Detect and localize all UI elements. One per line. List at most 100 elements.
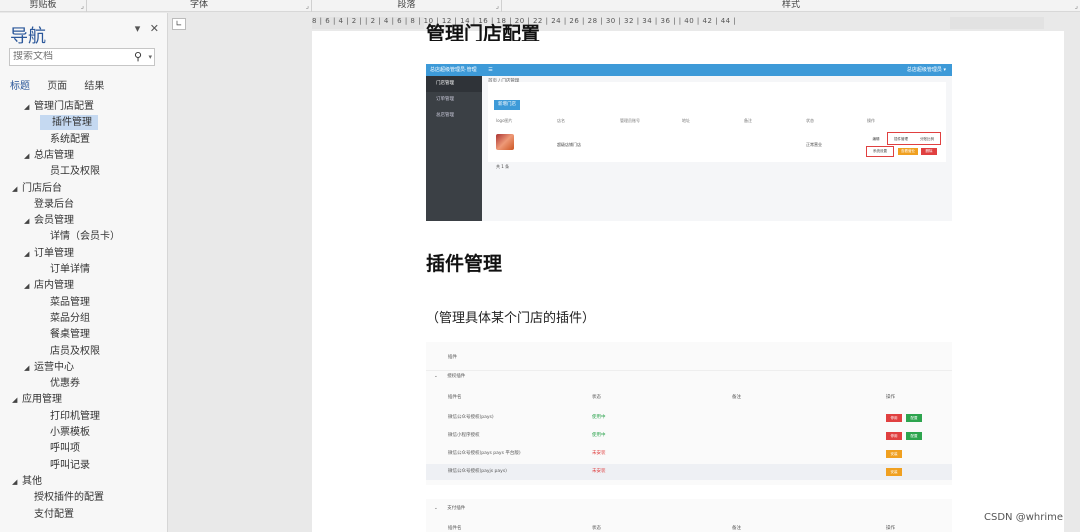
dialog-launcher-icon[interactable]: ⌟ (1075, 1, 1078, 12)
nav-heading-item[interactable]: 打印机管理 (40, 409, 100, 424)
heading-partial: 管理门店配置 (426, 19, 540, 41)
nav-heading-label: 支付配置 (34, 508, 74, 520)
nav-heading-label: 管理门店配置 (34, 101, 94, 112)
ribbon-group-label: 字体 (189, 0, 208, 10)
nav-heading-item[interactable]: ◢ 店内管理 (24, 278, 74, 293)
embedded-screenshot-store-list: 总店超级管理员·管理 ☰ 总店超级管理员 ▾ 门店管理 订单管理 总店管理 首页… (426, 64, 952, 221)
column-header: 操作 (886, 395, 895, 400)
expand-triangle-icon[interactable]: ◢ (24, 247, 34, 262)
column-header: 备注 (732, 395, 741, 400)
nav-heading-item[interactable]: 插件管理 (40, 115, 98, 131)
nav-heading-item[interactable]: ◢ 总店管理 (24, 148, 74, 163)
tab-headings[interactable]: 标题 (10, 81, 30, 92)
nav-heading-item[interactable]: 菜品管理 (40, 295, 90, 310)
search-box[interactable]: ⚲ ▾ (9, 48, 155, 66)
watermark: CSDN @whrime (984, 512, 1063, 523)
expand-triangle-icon[interactable]: ◢ (12, 475, 22, 490)
nav-heading-label: 授权插件的配置 (34, 492, 104, 504)
nav-heading-item[interactable]: 小票模板 (40, 425, 90, 440)
search-icon[interactable]: ⚲ (134, 49, 142, 65)
edit-button: 编辑 (872, 137, 880, 141)
tab-results[interactable]: 结果 (84, 81, 104, 92)
nav-heading-item[interactable]: 登录后台 (24, 197, 74, 212)
nav-heading-item[interactable]: 详情（会员卡） (40, 229, 120, 244)
menu-icon: ☰ (488, 67, 493, 73)
column-header: 备注 (732, 526, 741, 531)
nav-heading-item[interactable]: ◢ 其他 (12, 474, 42, 489)
nav-heading-label: 详情（会员卡） (50, 231, 120, 243)
nav-heading-item[interactable]: 优惠券 (40, 376, 80, 391)
ribbon-group-font: 字体 ⌟ (87, 0, 312, 12)
nav-heading-item[interactable]: 店员及权限 (40, 344, 100, 359)
plugin-section-auth: ⌄ 授权插件 (426, 370, 952, 379)
nav-heading-label: 店员及权限 (50, 345, 100, 357)
plugin-row: 微信公众号授权(payjs pays) 未安装 安装 (426, 464, 952, 480)
expand-triangle-icon[interactable]: ◢ (24, 100, 34, 115)
plugin-name: 微信公众号授权(pays pays 平台版) (448, 451, 521, 456)
expand-triangle-icon[interactable]: ◢ (24, 149, 34, 164)
plugin-status: 使用中 (592, 415, 606, 420)
column-header: 店名 (557, 118, 565, 123)
nav-heading-label: 门店后台 (22, 182, 62, 194)
plugin-action-button: 停用 (886, 432, 902, 440)
column-header: 操作 (867, 118, 875, 123)
column-header: 操作 (886, 526, 895, 531)
search-input[interactable] (13, 51, 123, 62)
ribbon-group-label: 样式 (781, 0, 800, 10)
nav-heading-label: 订单详情 (50, 264, 90, 275)
close-icon[interactable]: ✕ (150, 22, 159, 35)
nav-heading-item[interactable]: 订单详情 (40, 262, 90, 277)
plugin-status: 未安装 (592, 469, 606, 474)
nav-heading-item[interactable]: ◢ 门店后台 (12, 181, 62, 196)
plugin-section-top: 插件 (448, 355, 457, 360)
nav-heading-item[interactable]: 支付配置 (24, 507, 74, 522)
nav-heading-label: 优惠券 (50, 378, 80, 390)
chevron-down-icon[interactable]: ▾ (135, 22, 141, 35)
expand-triangle-icon[interactable]: ◢ (24, 214, 34, 229)
embedded-screenshot-payment: ⌄ 支付插件 插件名 状态 备注 操作 (426, 499, 952, 532)
expand-triangle-icon[interactable]: ◢ (12, 393, 22, 408)
expand-triangle-icon[interactable]: ◢ (12, 182, 22, 197)
nav-heading-label: 应用管理 (22, 394, 62, 406)
nav-heading-item[interactable]: 授权插件的配置 (24, 490, 104, 505)
nav-heading-item[interactable]: 呼叫项 (40, 441, 80, 456)
nav-heading-item[interactable]: 菜品分组 (40, 311, 90, 326)
sidebar-item: 订单管理 (436, 97, 454, 102)
chevron-down-icon[interactable]: ▾ (148, 49, 152, 65)
expand-triangle-icon[interactable]: ◢ (24, 279, 34, 294)
expand-triangle-icon[interactable]: ◢ (24, 361, 34, 376)
embedded-screenshot-plugins: 插件 ⌄ 授权插件 插件名 状态 备注 操作 微信公众号授权(pays) 使用中停… (426, 342, 952, 485)
nav-heading-label: 店内管理 (34, 280, 74, 292)
nav-heading-item[interactable]: ◢ 会员管理 (24, 213, 74, 228)
tab-pages[interactable]: 页面 (47, 81, 67, 92)
ribbon-group-clipboard: 剪贴板 ⌟ (0, 0, 87, 12)
nav-heading-item[interactable]: ◢ 应用管理 (12, 392, 62, 407)
nav-heading-item[interactable]: ◢ 管理门店配置 (24, 99, 94, 114)
column-header: 插件名 (448, 395, 462, 400)
nav-heading-item[interactable]: 餐桌管理 (40, 327, 90, 342)
column-header: 状态 (592, 526, 601, 531)
nav-heading-label: 呼叫项 (50, 443, 80, 455)
column-header: 状态 (806, 118, 814, 123)
dialog-launcher-icon[interactable]: ⌟ (306, 1, 309, 12)
nav-heading-item[interactable]: 员工及权限 (40, 164, 100, 179)
nav-heading-item[interactable]: 系统配置 (40, 132, 90, 147)
chevron-down-icon: ⌄ (434, 374, 438, 379)
app-sidebar: 门店管理 订单管理 总店管理 (426, 76, 482, 221)
section-label: 授权插件 (447, 374, 466, 379)
nav-tabs: 标题 页面 结果 (10, 77, 118, 92)
nav-heading-item[interactable]: ◢ 订单管理 (24, 246, 74, 261)
pager-label: 共 1 条 (496, 164, 510, 169)
nav-heading-label: 小票模板 (50, 427, 90, 438)
tab-stop-selector[interactable]: ∟ (172, 18, 186, 30)
column-header: 状态 (592, 395, 601, 400)
document-page[interactable]: 管理门店配置 总店超级管理员·管理 ☰ 总店超级管理员 ▾ 门店管理 订单管理 … (312, 23, 1064, 532)
dialog-launcher-icon[interactable]: ⌟ (81, 1, 84, 12)
dialog-launcher-icon[interactable]: ⌟ (496, 1, 499, 12)
store-name-cell: 超级店铺门店 (557, 142, 581, 147)
nav-heading-item[interactable]: ◢ 运营中心 (24, 360, 74, 375)
nav-heading-item[interactable]: 呼叫记录 (40, 458, 90, 473)
plugin-action-button: 配置 (906, 414, 922, 422)
column-header: 地址 (682, 118, 690, 123)
nav-heading-label: 登录后台 (34, 198, 74, 210)
